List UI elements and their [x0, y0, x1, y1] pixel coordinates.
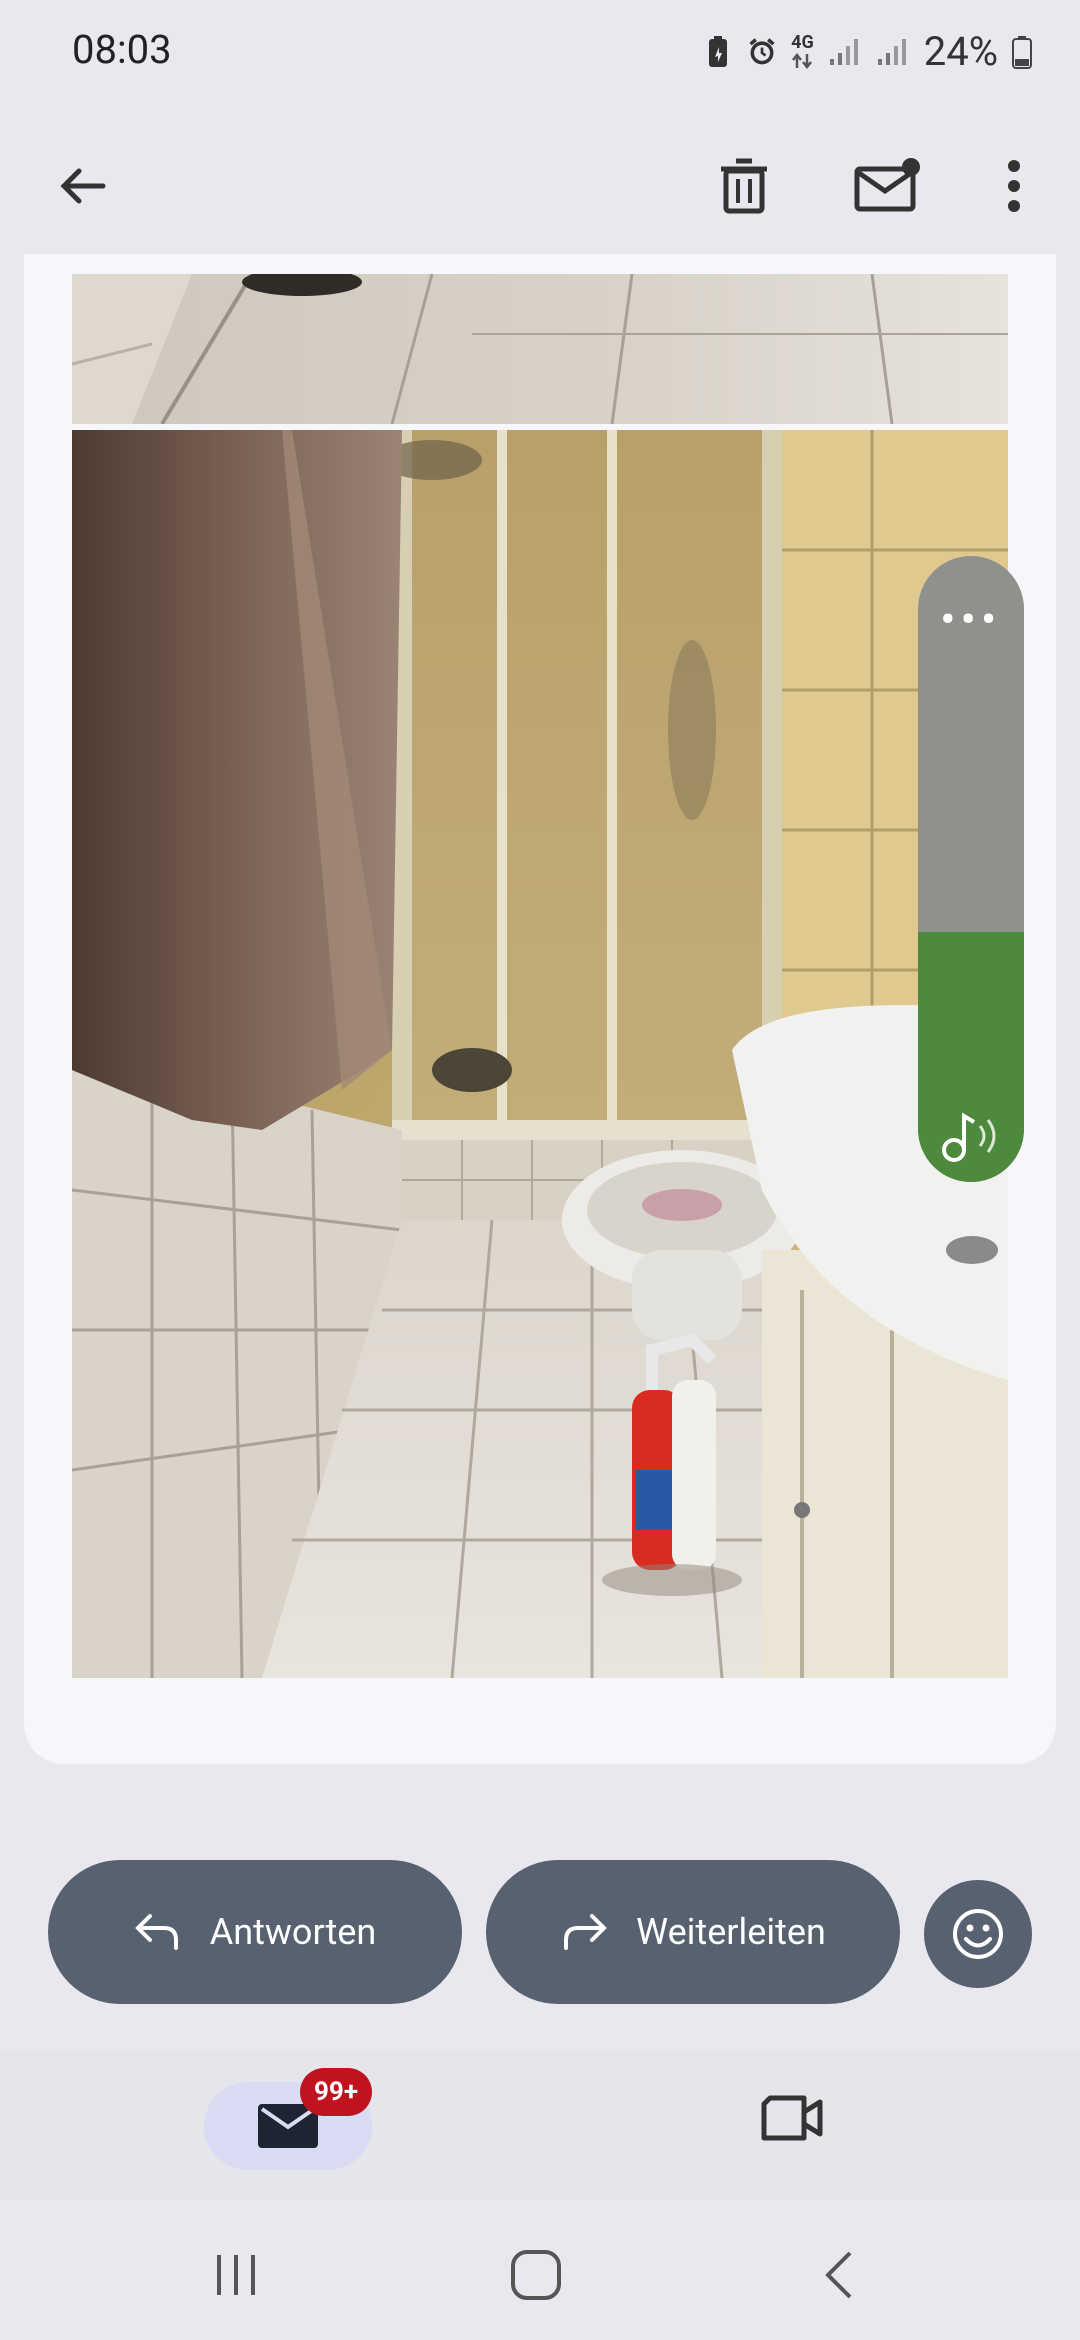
mark-unread-button[interactable] [846, 144, 930, 228]
recents-icon [217, 2255, 255, 2295]
mark-unread-icon [854, 158, 920, 212]
attachment-image[interactable] [72, 430, 1008, 1678]
home-icon [511, 2250, 561, 2300]
attachment-image[interactable] [72, 274, 1008, 424]
delete-button[interactable] [702, 144, 786, 228]
signal-icon [829, 38, 858, 65]
data-arrows-icon [792, 52, 813, 69]
status-icons: 4G 24% [703, 28, 1032, 75]
recent-apps-button[interactable] [196, 2240, 276, 2310]
forward-icon [564, 1914, 608, 1950]
video-icon [761, 2095, 823, 2141]
network-indicator: 4G [791, 31, 814, 70]
signal-icon [877, 38, 906, 65]
chevron-left-icon [825, 2251, 852, 2299]
reply-icon [134, 1914, 178, 1950]
app-bar [0, 104, 1080, 274]
bottom-navigation: 99+ [0, 2050, 1080, 2200]
reply-label: Antworten [209, 1911, 377, 1953]
unread-badge: 99+ [300, 2068, 373, 2116]
reply-button[interactable]: Antworten [48, 1860, 462, 2004]
battery-icon [1012, 35, 1032, 69]
image-bathroom [72, 430, 1008, 1678]
floating-audio-tool[interactable]: ••• [918, 556, 1024, 1182]
home-button[interactable] [496, 2240, 576, 2310]
nav-meet[interactable] [760, 2094, 824, 2146]
image-floor-tiles [72, 274, 1008, 424]
system-navigation [0, 2200, 1080, 2340]
back-button[interactable] [40, 144, 124, 228]
more-options-button[interactable] [972, 144, 1056, 228]
more-vert-icon [1008, 160, 1020, 212]
battery-saver-icon [709, 35, 728, 67]
emoji-icon [953, 1909, 1003, 1959]
forward-label: Weiterleiten [636, 1911, 826, 1953]
network-type: 4G [791, 31, 814, 53]
status-time: 08:03 [72, 26, 172, 73]
forward-button[interactable]: Weiterleiten [486, 1860, 900, 2004]
delete-icon [721, 158, 767, 214]
alarm-icon [749, 37, 775, 64]
back-arrow-icon [60, 168, 106, 204]
back-nav-button[interactable] [800, 2240, 880, 2310]
status-bar: 08:03 4G 24% [0, 0, 1080, 104]
battery-percent: 24% [923, 28, 998, 75]
emoji-reaction-button[interactable] [924, 1880, 1032, 1988]
music-note-icon [942, 1112, 996, 1162]
more-horiz-icon[interactable]: ••• [918, 596, 1024, 643]
